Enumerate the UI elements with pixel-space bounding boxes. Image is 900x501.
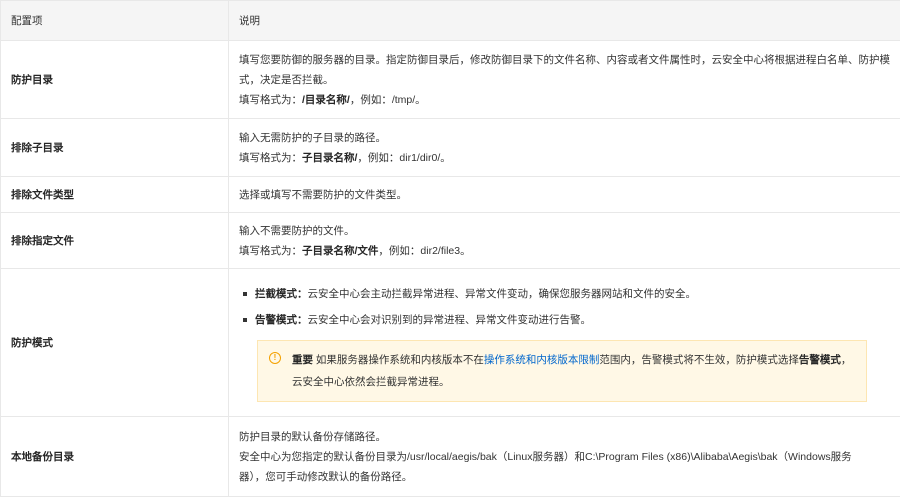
list-item: 告警模式：云安全中心会对识别到的异常进程、异常文件变动进行告警。	[243, 310, 890, 330]
header-config-item: 配置项	[0, 0, 229, 41]
desc-line: 输入无需防护的子目录的路径。	[239, 131, 386, 144]
table-row: 排除子目录 输入无需防护的子目录的路径。 填写格式为：子目录名称/，例如：dir…	[0, 118, 900, 177]
notice-label: 重要	[292, 353, 313, 366]
table-row: 防护模式 拦截模式：云安全中心会主动拦截异常进程、异常文件变动，确保您服务器网站…	[0, 268, 900, 417]
format-example: ，例如：dir2/file3。	[378, 244, 471, 257]
bullet-icon	[243, 291, 247, 296]
row-name-exclude-subdir: 排除子目录	[0, 118, 229, 177]
table-row: 排除指定文件 输入不需要防护的文件。 填写格式为：子目录名称/文件，例如：dir…	[0, 212, 900, 269]
mode-label: 拦截模式：	[255, 287, 308, 300]
desc-line: 选择或填写不需要防护的文件类型。	[239, 188, 407, 201]
table-row: 本地备份目录 防护目录的默认备份存储路径。 安全中心为您指定的默认备份目录为/u…	[0, 416, 900, 497]
desc-line: 式，决定是否拦截。	[239, 73, 334, 86]
important-notice: ! 重要 如果服务器操作系统和内核版本不在操作系统和内核版本限制范围内，告警模式…	[257, 339, 867, 402]
row-desc-exclude-file: 输入不需要防护的文件。 填写格式为：子目录名称/文件，例如：dir2/file3…	[228, 212, 900, 269]
row-desc-backup-dir: 防护目录的默认备份存储路径。 安全中心为您指定的默认备份目录为/usr/loca…	[228, 416, 900, 497]
mode-label: 告警模式：	[255, 313, 308, 326]
row-desc-exclude-filetype: 选择或填写不需要防护的文件类型。	[228, 176, 900, 213]
desc-line: 安全中心为您指定的默认备份目录为/usr/local/aegis/bak（Lin…	[239, 450, 852, 463]
notice-text: 如果服务器操作系统和内核版本不在	[313, 353, 484, 366]
row-desc-exclude-subdir: 输入无需防护的子目录的路径。 填写格式为：子目录名称/，例如：dir1/dir0…	[228, 118, 900, 177]
row-desc-protect-dir: 填写您要防御的服务器的目录。指定防御目录后，修改防御目录下的文件名称、内容或者文…	[228, 40, 900, 119]
mode-list: 拦截模式：云安全中心会主动拦截异常进程、异常文件变动，确保您服务器网站和文件的安…	[239, 284, 890, 330]
list-item: 拦截模式：云安全中心会主动拦截异常进程、异常文件变动，确保您服务器网站和文件的安…	[243, 284, 890, 304]
desc-line: 防护目录的默认备份存储路径。	[239, 430, 386, 443]
header-description: 说明	[228, 0, 900, 41]
format-prefix: 填写格式为：	[239, 244, 302, 257]
bullet-icon	[243, 317, 247, 322]
format-value: 子目录名称/文件	[302, 244, 379, 257]
table-row: 排除文件类型 选择或填写不需要防护的文件类型。	[0, 176, 900, 213]
format-prefix: 填写格式为：	[239, 151, 302, 164]
format-line: 填写格式为：子目录名称/文件，例如：dir2/file3。	[239, 241, 890, 261]
row-name-exclude-filetype: 排除文件类型	[0, 176, 229, 213]
format-example: ，例如：dir1/dir0/。	[357, 151, 451, 164]
format-example: ，例如：/tmp/。	[349, 93, 426, 106]
format-value: 子目录名称/	[302, 151, 358, 164]
format-value: /目录名称/	[302, 93, 350, 106]
os-kernel-limit-link[interactable]: 操作系统和内核版本限制	[484, 354, 600, 366]
warning-icon: !	[269, 351, 281, 364]
row-name-backup-dir: 本地备份目录	[0, 416, 229, 497]
format-line: 填写格式为：子目录名称/，例如：dir1/dir0/。	[239, 148, 890, 168]
mode-text: 云安全中心会主动拦截异常进程、异常文件变动，确保您服务器网站和文件的安全。	[307, 287, 697, 300]
table-header-row: 配置项 说明	[0, 0, 900, 41]
notice-text: 范围内，告警模式将不生效，防护模式选择	[599, 353, 799, 366]
format-prefix: 填写格式为：	[239, 93, 302, 106]
mode-text: 云安全中心会对识别到的异常进程、异常文件变动进行告警。	[307, 313, 592, 326]
row-name-protect-dir: 防护目录	[0, 40, 229, 119]
desc-line: 填写您要防御的服务器的目录。指定防御目录后，修改防御目录下的文件名称、内容或者文…	[239, 53, 890, 66]
desc-line: 输入不需要防护的文件。	[239, 224, 355, 237]
row-name-exclude-file: 排除指定文件	[0, 212, 229, 269]
row-desc-protect-mode: 拦截模式：云安全中心会主动拦截异常进程、异常文件变动，确保您服务器网站和文件的安…	[228, 268, 900, 417]
table-row: 防护目录 填写您要防御的服务器的目录。指定防御目录后，修改防御目录下的文件名称、…	[0, 40, 900, 119]
format-line: 填写格式为：/目录名称/，例如：/tmp/。	[239, 90, 890, 110]
desc-line: 器），您可手动修改默认的备份路径。	[239, 470, 413, 483]
row-name-protect-mode: 防护模式	[0, 268, 229, 417]
notice-bold: 告警模式	[798, 353, 841, 366]
config-table: 配置项 说明 防护目录 填写您要防御的服务器的目录。指定防御目录后，修改防御目录…	[0, 0, 900, 497]
